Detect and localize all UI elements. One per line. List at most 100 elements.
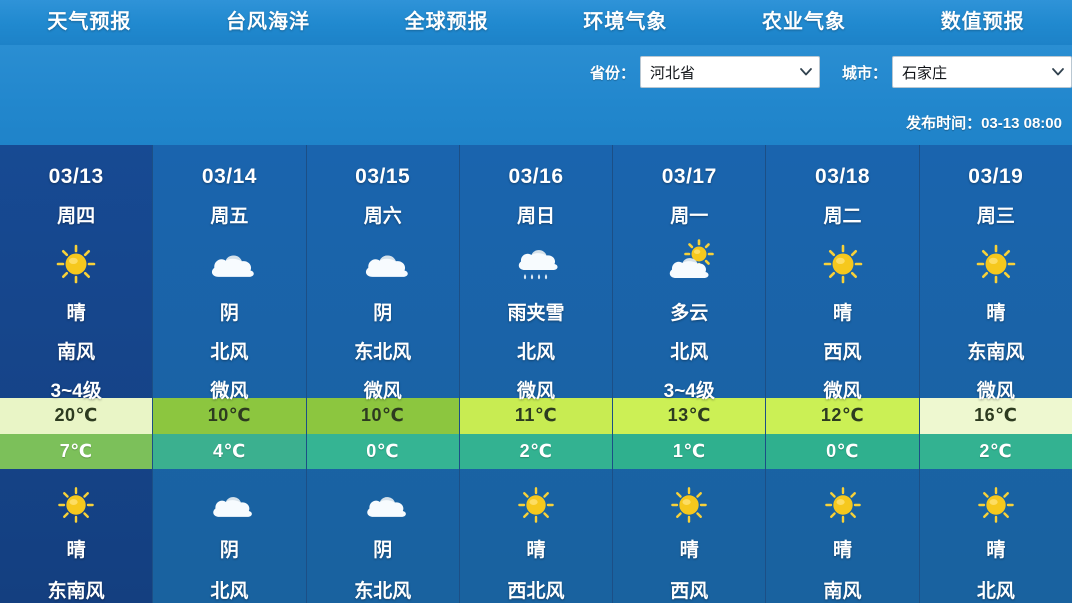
daytime-condition: 阴 [219,303,239,324]
forecast-day-column[interactable]: 03/19 周三晴东南风 微风 16℃ 2℃ 晴北风 [919,145,1072,603]
nighttime-condition: 阴 [373,540,393,561]
province-selected-value: 河北省 [649,64,695,82]
nighttime-wind-direction: 东北风 [354,581,412,602]
nav-numerical-forecast[interactable]: 数值预报 [893,0,1072,45]
low-temperature-cell: 2℃ [919,433,1072,469]
high-temperature-cell: 11℃ [459,398,613,434]
daytime-condition: 晴 [833,303,853,324]
low-temperature-cell: 7℃ [0,433,153,469]
forecast-weekday: 周一 [670,206,709,227]
sun-icon [52,481,100,529]
high-temperature-cell: 13℃ [613,398,766,434]
daytime-forecast-block: 03/15 周六阴东北风微风 [307,145,459,402]
city-dropdown[interactable]: 石家庄 [892,56,1072,88]
publish-time-text: 发布时间：03-13 08:00 [906,115,1062,132]
daytime-condition: 雨夹雪 [507,303,565,324]
nighttime-condition: 阴 [219,540,239,561]
daytime-forecast-block: 03/18 周二晴西风微风 [766,145,918,402]
nighttime-wind-direction: 北风 [976,581,1015,602]
forecast-date: 03/15 [355,165,411,188]
chevron-down-icon [793,68,819,76]
cloud-icon [357,238,409,290]
forecast-day-column[interactable]: 03/17 周一 多云 北风 3~4级 13℃ 1℃ 晴西风 [613,145,767,603]
nighttime-condition: 晴 [526,540,546,561]
nav-typhoon-ocean[interactable]: 台风海洋 [179,0,358,45]
forecast-day-column[interactable]: 03/16 周日 雨夹雪 北风 微风 11℃ 2℃ 晴西北风 [459,145,614,603]
forecast-weekday: 周二 [823,206,862,227]
nighttime-forecast-block: 晴北风 [920,469,1072,603]
daytime-wind-force: 微风 [363,381,402,402]
sun-icon [512,481,560,529]
nighttime-wind-direction: 东南风 [47,581,105,602]
daytime-wind-direction: 西风 [823,342,862,363]
nighttime-condition: 晴 [679,540,699,561]
daytime-condition: 晴 [986,303,1006,324]
daytime-forecast-block: 03/17 周一 多云 北风 3~4级 [613,145,765,402]
forecast-date: 03/19 [968,165,1024,188]
forecast-date: 03/13 [48,165,104,188]
high-temperature-cell: 12℃ [766,398,919,434]
low-temperature-cell: 4℃ [153,433,306,469]
partly-cloudy-icon [663,238,715,290]
nav-weather-forecast[interactable]: 天气预报 [0,0,179,45]
forecast-day-column[interactable]: 03/14 周五阴北风 微风 10℃ 4℃ 阴北风 [153,145,307,603]
province-selector-group: 省份： 河北省 [590,56,820,88]
city-label: 城市： [841,64,887,82]
nighttime-wind-direction: 西北风 [507,581,565,602]
low-temperature-cell: 2℃ [459,433,613,469]
sun-icon [50,238,102,290]
nav-environment-meteorology[interactable]: 环境气象 [536,0,715,45]
high-temperature-cell: 10℃ [306,398,459,434]
daytime-wind-direction: 东北风 [354,342,412,363]
sun-icon [665,481,713,529]
province-dropdown[interactable]: 河北省 [639,56,820,88]
daytime-condition: 晴 [66,303,86,324]
forecast-weekday: 周六 [363,206,402,227]
cloud-icon [359,481,407,529]
province-label: 省份： [589,64,635,82]
nighttime-forecast-block: 阴北风 [153,469,305,603]
nighttime-forecast-block: 晴东南风 [0,469,152,603]
daytime-wind-direction: 北风 [670,342,709,363]
nighttime-condition: 晴 [66,540,86,561]
nighttime-wind-direction: 南风 [823,581,862,602]
daytime-wind-force: 3~4级 [663,381,715,402]
nav-global-forecast[interactable]: 全球预报 [357,0,536,45]
sun-icon [819,481,867,529]
sun-icon [817,238,869,290]
nighttime-wind-direction: 西风 [670,581,709,602]
nighttime-forecast-block: 晴西北风 [460,469,612,603]
daytime-wind-direction: 南风 [57,342,96,363]
daytime-condition: 多云 [670,303,709,324]
daytime-forecast-block: 03/19 周三晴东南风 微风 [920,145,1072,402]
cloud-icon [203,238,255,290]
forecast-day-column[interactable]: 03/15 周六阴东北风 微风 10℃ 0℃ 阴东北风 [306,145,460,603]
sleet-icon [510,238,562,290]
forecast-weekday: 周五 [210,206,249,227]
cloud-icon [205,481,253,529]
chevron-down-icon [1045,68,1071,76]
daytime-wind-direction: 北风 [516,342,555,363]
forecast-weekday: 周三 [976,206,1015,227]
daytime-condition: 阴 [373,303,393,324]
daytime-forecast-block: 03/13 周四晴南风 3~4级 [0,145,152,402]
forecast-day-column[interactable]: 03/13 周四晴南风 3~4级 20℃ 7℃ 晴东南风 [0,145,154,603]
nighttime-condition: 晴 [833,540,853,561]
daytime-wind-force: 微风 [823,381,862,402]
sun-icon [970,238,1022,290]
daytime-wind-force: 微风 [516,381,555,402]
nighttime-condition: 晴 [986,540,1006,561]
daytime-forecast-block: 03/16 周日 雨夹雪 北风 微风 [460,145,612,402]
forecast-date: 03/16 [508,165,564,188]
main-navigation-bar: 天气预报 台风海洋 全球预报 环境气象 农业气象 数值预报 [0,0,1072,45]
high-temperature-cell: 20℃ [0,398,153,434]
low-temperature-cell: 0℃ [306,433,459,469]
nighttime-forecast-block: 晴南风 [766,469,918,603]
daytime-wind-force: 微风 [210,381,249,402]
forecast-day-column[interactable]: 03/18 周二晴西风 微风 12℃ 0℃ 晴南风 [766,145,920,603]
forecast-date: 03/18 [815,165,871,188]
daytime-wind-force: 微风 [976,381,1015,402]
nav-agriculture-meteorology[interactable]: 农业气象 [715,0,894,45]
nighttime-wind-direction: 北风 [210,581,249,602]
daytime-forecast-block: 03/14 周五阴北风 微风 [153,145,305,402]
